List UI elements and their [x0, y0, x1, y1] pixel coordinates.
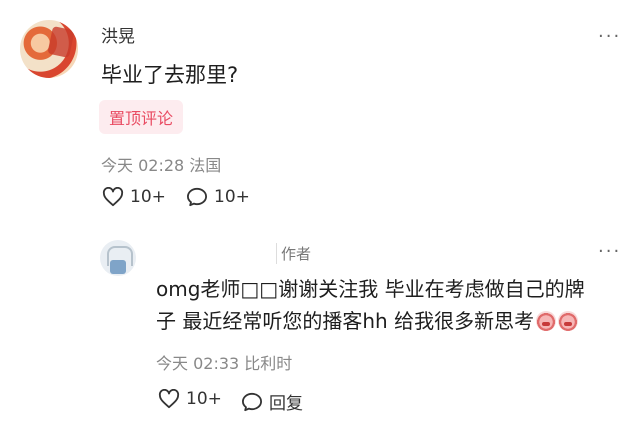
- more-options-icon[interactable]: ···: [598, 28, 621, 46]
- reply-text-line2-content: 子 最近经常听您的播客hh 给我很多新思考: [156, 309, 535, 333]
- comment-time: 今天 02:28: [101, 156, 185, 175]
- reply-location: 比利时: [244, 354, 293, 373]
- comment-button[interactable]: 10+: [186, 187, 250, 207]
- commenter-username[interactable]: 洪晃: [101, 22, 135, 47]
- pinned-comment-badge: 置顶评论: [99, 100, 184, 134]
- reply-text-line2: 子 最近经常听您的播客hh 给我很多新思考: [156, 305, 626, 337]
- author-tag: 作者: [276, 243, 315, 264]
- reply-more-options-icon[interactable]: ···: [598, 243, 621, 261]
- reply-like-count: 10+: [186, 389, 222, 409]
- comment-bubble-icon: [186, 187, 208, 207]
- reply-button[interactable]: 回复: [241, 389, 303, 414]
- comment-location: 法国: [189, 156, 222, 175]
- like-count: 10+: [130, 187, 166, 207]
- comment-bubble-icon: [241, 392, 263, 412]
- reply-text-line1: omg老师□□谢谢关注我 毕业在考虑做自己的牌: [156, 277, 585, 301]
- commenter-avatar[interactable]: [20, 20, 78, 78]
- emoji-face-icon: [536, 311, 557, 331]
- comment-meta: 今天 02:28 法国: [101, 152, 221, 176]
- heart-icon: [102, 187, 124, 207]
- reply-text: omg老师□□谢谢关注我 毕业在考虑做自己的牌 子 最近经常听您的播客hh 给我…: [156, 273, 626, 337]
- comment-count: 10+: [214, 187, 250, 207]
- comment-text: 毕业了去那里?: [101, 63, 239, 87]
- author-avatar[interactable]: [100, 240, 136, 276]
- reply-time: 今天 02:33: [156, 354, 240, 373]
- reply-meta: 今天 02:33 比利时: [156, 350, 292, 374]
- like-button[interactable]: 10+: [102, 187, 166, 207]
- reply-label: 回复: [269, 394, 303, 414]
- emoji-face-icon: [558, 311, 579, 331]
- heart-icon: [158, 389, 180, 409]
- reply-like-button[interactable]: 10+: [158, 389, 222, 409]
